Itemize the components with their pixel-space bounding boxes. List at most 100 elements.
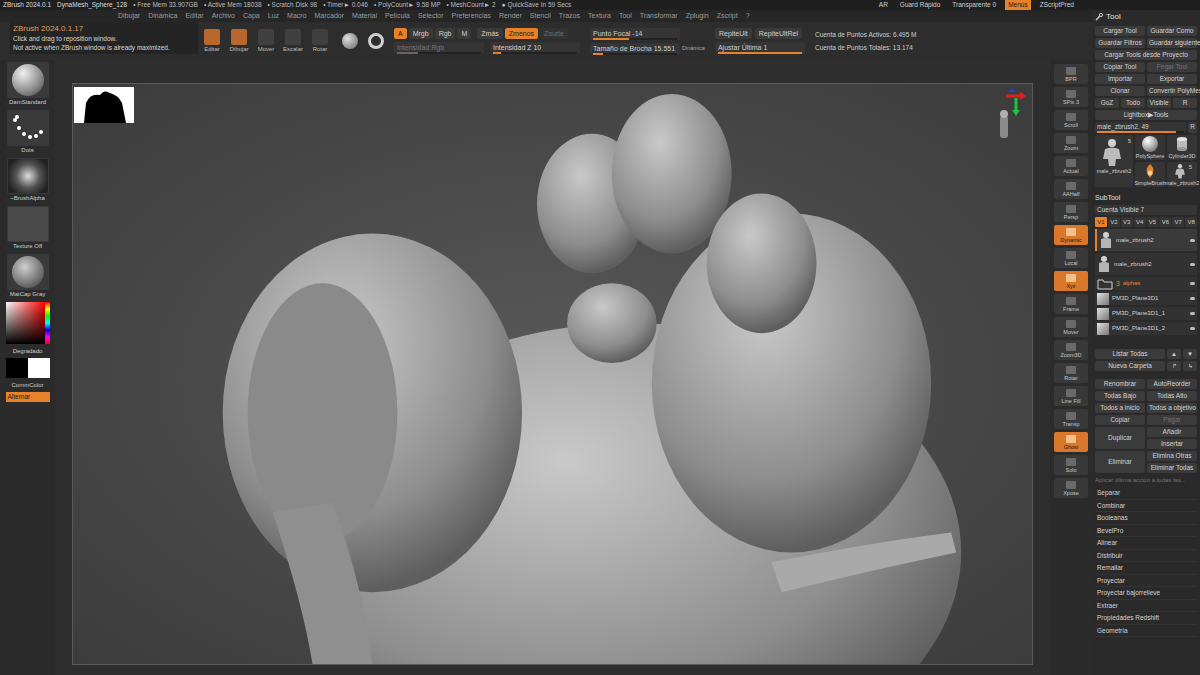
panel-button[interactable]: Elimina Otras: [1147, 451, 1197, 461]
subtool-item[interactable]: male_zbrush2: [1095, 229, 1197, 251]
shelf-item[interactable]: ~BrushAlpha: [5, 158, 51, 203]
version-tab[interactable]: V4: [1134, 217, 1146, 227]
z-mode-button[interactable]: Zmás: [477, 28, 503, 39]
alternate-button[interactable]: Alternar: [6, 392, 50, 402]
shelf-button[interactable]: Solo: [1054, 455, 1088, 475]
menu-item[interactable]: ?: [746, 11, 750, 22]
adjust-slider[interactable]: Ajustar Última 1: [715, 42, 805, 54]
color-mode-button[interactable]: Rgb: [435, 28, 456, 39]
subtool-item[interactable]: PM3D_Plane3D1: [1095, 292, 1197, 305]
shelf-button[interactable]: Xyz: [1054, 271, 1088, 291]
intensity-slider[interactable]: Intensidad Z 10: [490, 42, 580, 54]
panel-button[interactable]: AutoReorder: [1147, 379, 1197, 389]
panel-button[interactable]: Todas Alto: [1147, 391, 1197, 401]
menu-item[interactable]: Selector: [418, 11, 444, 22]
mode-button[interactable]: Escalar: [281, 29, 305, 53]
version-tab[interactable]: V8: [1185, 217, 1197, 227]
visibility-eye-icon[interactable]: [1190, 297, 1195, 300]
panel-button[interactable]: Listar Todas: [1095, 349, 1165, 359]
color-mode-button[interactable]: M: [457, 28, 471, 39]
version-tab[interactable]: V6: [1159, 217, 1171, 227]
panel-button[interactable]: Eliminar: [1095, 451, 1145, 473]
tool-slider[interactable]: male_zbrush2. 49R: [1095, 122, 1197, 133]
shelf-item[interactable]: DamStandard: [5, 62, 51, 107]
shelf-button[interactable]: Frame: [1054, 294, 1088, 314]
shelf-item[interactable]: Texture Off: [5, 206, 51, 251]
menu-item[interactable]: Textura: [588, 11, 611, 22]
focal-slider[interactable]: Punto Focal -14: [590, 28, 680, 40]
repeat-button[interactable]: RepiteUltRel: [755, 28, 802, 39]
panel-button[interactable]: Copiar: [1095, 415, 1145, 425]
color-mode-button[interactable]: A: [394, 28, 407, 39]
section-header[interactable]: Combinar: [1095, 501, 1197, 513]
section-header[interactable]: Geometría: [1095, 626, 1197, 638]
title-bar-button[interactable]: Guard Rápido: [897, 0, 943, 10]
panel-button[interactable]: Eliminar Todas: [1147, 463, 1197, 473]
section-header[interactable]: Proyectar bajorrelieve: [1095, 588, 1197, 600]
secondary-color-swatch[interactable]: [28, 358, 50, 378]
shelf-button[interactable]: Dynamic: [1054, 225, 1088, 245]
menu-item[interactable]: Luz: [268, 11, 279, 22]
menu-item[interactable]: Render: [499, 11, 522, 22]
intensity-slider[interactable]: Intensidad Rgb: [394, 42, 484, 54]
menu-item[interactable]: Material: [352, 11, 377, 22]
menu-item[interactable]: Capa: [243, 11, 260, 22]
visibility-eye-icon[interactable]: [1190, 327, 1195, 330]
arrow-button[interactable]: ↳: [1183, 361, 1197, 371]
subtool-header[interactable]: SubTool: [1095, 192, 1197, 203]
panel-button[interactable]: Cargar Tools desde Proyecto: [1095, 50, 1197, 60]
tool-thumbnail[interactable]: Cylinder3D: [1167, 135, 1197, 160]
material-sphere-icon[interactable]: [342, 33, 358, 49]
arrow-button[interactable]: ▼: [1183, 349, 1197, 359]
tool-thumbnail[interactable]: SimpleBrush: [1135, 162, 1165, 187]
tool-thumbnail[interactable]: 5male_zbrush2: [1095, 135, 1133, 187]
section-header[interactable]: Proyectar: [1095, 576, 1197, 588]
shelf-button[interactable]: Zoom3D: [1054, 340, 1088, 360]
title-bar-button[interactable]: AR: [876, 0, 891, 10]
panel-button[interactable]: Pegar: [1147, 415, 1197, 425]
gradient-label[interactable]: Degradado: [13, 347, 43, 355]
shelf-button[interactable]: SPix 3: [1054, 87, 1088, 107]
shelf-button[interactable]: BPR: [1054, 64, 1088, 84]
menu-item[interactable]: Dibujar: [118, 11, 140, 22]
menu-item[interactable]: Preferencias: [452, 11, 491, 22]
subtool-item[interactable]: PM3D_Plane3D1_2: [1095, 322, 1197, 335]
panel-button[interactable]: Visible: [1147, 98, 1171, 108]
visible-count[interactable]: Cuenta Visible 7: [1095, 205, 1197, 215]
shelf-button[interactable]: Xpose: [1054, 478, 1088, 498]
menu-item[interactable]: Zscript: [717, 11, 738, 22]
shelf-button[interactable]: Transp: [1054, 409, 1088, 429]
version-tab[interactable]: V5: [1147, 217, 1159, 227]
menu-item[interactable]: Stencil: [530, 11, 551, 22]
menu-item[interactable]: Zplugin: [686, 11, 709, 22]
panel-button[interactable]: Convertir PolyMesh3D: [1147, 86, 1197, 96]
mode-button[interactable]: Rotar: [308, 29, 332, 53]
apply-all[interactable]: Aplicar última acción a todas las...: [1095, 475, 1197, 486]
title-bar-button[interactable]: Transparente 0: [949, 0, 999, 10]
panel-button[interactable]: R: [1173, 98, 1197, 108]
menu-item[interactable]: Transformar: [640, 11, 678, 22]
shelf-button[interactable]: Mover: [1054, 317, 1088, 337]
menu-item[interactable]: Archivo: [212, 11, 235, 22]
subtool-item[interactable]: PM3D_Plane3D1_1: [1095, 307, 1197, 320]
shelf-button[interactable]: Local: [1054, 248, 1088, 268]
panel-button[interactable]: R: [1188, 122, 1197, 133]
panel-button[interactable]: Guardar siguiente: [1147, 38, 1197, 48]
axis-gizmo-icon[interactable]: [986, 88, 1026, 148]
tool-thumbnail[interactable]: 5male_zbrush2: [1167, 162, 1197, 187]
panel-button[interactable]: Copiar Tool: [1095, 62, 1145, 72]
tool-thumbnail[interactable]: PolySphere: [1135, 135, 1165, 160]
visibility-eye-icon[interactable]: [1190, 239, 1195, 242]
section-header[interactable]: BevelPro: [1095, 526, 1197, 538]
shelf-button[interactable]: Ghost: [1054, 432, 1088, 452]
main-color-swatch[interactable]: [6, 358, 28, 378]
panel-button[interactable]: Cargar Tool: [1095, 26, 1145, 36]
menu-item[interactable]: Dinámica: [148, 11, 177, 22]
version-tab[interactable]: V3: [1121, 217, 1133, 227]
subtool-item[interactable]: male_zbrush2: [1095, 253, 1197, 275]
section-header[interactable]: Extraer: [1095, 601, 1197, 613]
color-picker[interactable]: [6, 302, 50, 344]
z-mode-button[interactable]: Zsurte: [540, 28, 568, 39]
panel-button[interactable]: Pegar Tool: [1147, 62, 1197, 72]
panel-button[interactable]: GoZ: [1095, 98, 1119, 108]
